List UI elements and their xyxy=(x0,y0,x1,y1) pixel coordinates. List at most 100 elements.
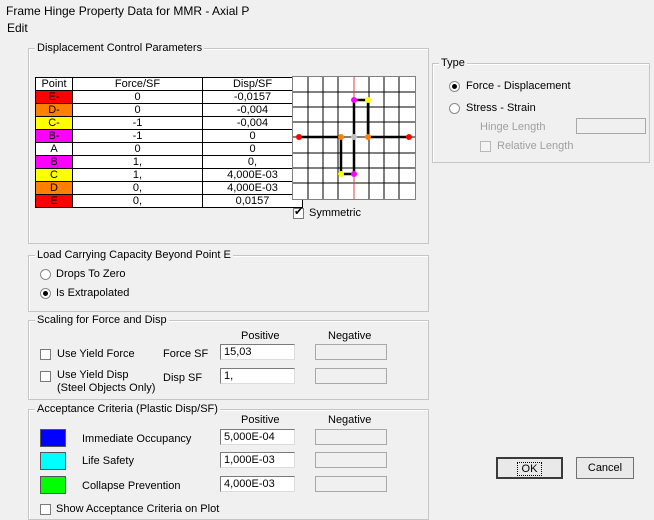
force-cell[interactable]: 1, xyxy=(72,155,203,169)
scaling-negative-header: Negative xyxy=(328,330,372,342)
header-point: Point xyxy=(35,77,73,91)
hinge-plot xyxy=(292,76,416,200)
is-extrapolated-label: Is Extrapolated xyxy=(56,287,130,299)
acceptance-title: Acceptance Criteria (Plastic Disp/SF) xyxy=(35,403,220,416)
disp-cell[interactable]: 4,000E-03 xyxy=(202,181,303,195)
point-cell[interactable]: C xyxy=(35,168,73,182)
symmetric-checkbox[interactable] xyxy=(293,206,304,219)
stress-strain-label: Stress - Strain xyxy=(466,102,536,114)
use-yield-force-checkbox[interactable] xyxy=(40,349,51,360)
point-d xyxy=(365,134,371,140)
show-acceptance-checkbox[interactable] xyxy=(40,504,51,515)
relative-length-label: Relative Length xyxy=(497,140,574,152)
force-displacement-label: Force - Displacement xyxy=(466,80,571,92)
point-c xyxy=(365,97,371,103)
is-extrapolated-radio[interactable] xyxy=(40,288,51,299)
symmetric-label: Symmetric xyxy=(309,207,361,219)
io-negative-input xyxy=(315,429,387,445)
force-cell[interactable]: -1 xyxy=(72,129,203,143)
use-yield-force-label: Use Yield Force xyxy=(57,348,135,360)
ls-negative-input xyxy=(315,452,387,468)
menu-edit[interactable]: Edit xyxy=(7,21,28,35)
force-cell[interactable]: -1 xyxy=(72,116,203,130)
cp-color-swatch[interactable] xyxy=(40,476,66,494)
force-displacement-radio[interactable] xyxy=(449,81,460,92)
cp-negative-input xyxy=(315,476,387,492)
point-d-neg xyxy=(338,134,344,140)
load-capacity-title: Load Carrying Capacity Beyond Point E xyxy=(35,249,233,262)
ls-label: Life Safety xyxy=(82,455,134,467)
disp-sf-label: Disp SF xyxy=(163,372,203,384)
point-cell[interactable]: B xyxy=(35,155,73,169)
point-cell[interactable]: D- xyxy=(35,103,73,117)
ls-positive-input[interactable]: 1,000E-03 xyxy=(220,452,295,468)
disp-cell[interactable]: 0 xyxy=(202,129,303,143)
show-acceptance-label: Show Acceptance Criteria on Plot xyxy=(56,503,220,515)
cancel-button-label: Cancel xyxy=(587,462,623,474)
force-sf-label: Force SF xyxy=(163,348,209,360)
curve-positive xyxy=(354,98,409,139)
disp-cell[interactable]: -0,0157 xyxy=(202,90,303,104)
point-cell[interactable]: E- xyxy=(35,90,73,104)
hinge-plot-svg xyxy=(293,77,415,199)
points-table-row: D- 0 -0,004 xyxy=(35,103,303,117)
io-color-swatch[interactable] xyxy=(40,429,66,447)
points-table-row: E- 0 -0,0157 xyxy=(35,90,303,104)
cp-positive-input[interactable]: 4,000E-03 xyxy=(220,476,295,492)
points-table-row: C 1, 4,000E-03 xyxy=(35,168,303,182)
force-cell[interactable]: 0 xyxy=(72,142,203,156)
steel-objects-note: (Steel Objects Only) xyxy=(57,382,156,394)
load-capacity-group: Load Carrying Capacity Beyond Point E xyxy=(28,249,429,312)
point-cell[interactable]: C- xyxy=(35,116,73,130)
points-table: Point Force/SF Disp/SF E- 0 -0,0157 D- 0 -0,0… xyxy=(35,77,303,208)
points-table-row: A00 xyxy=(35,142,303,156)
cp-label: Collapse Prevention xyxy=(82,480,181,492)
stress-strain-radio[interactable] xyxy=(449,103,460,114)
disp-sf-negative-input xyxy=(315,368,387,384)
point-cell[interactable]: E xyxy=(35,194,73,208)
cancel-button[interactable]: Cancel xyxy=(576,457,634,479)
force-cell[interactable]: 0 xyxy=(72,90,203,104)
type-title: Type xyxy=(439,57,467,70)
points-table-row: D 0, 4,000E-03 xyxy=(35,181,303,195)
displacement-group-title: Displacement Control Parameters xyxy=(35,42,205,55)
io-positive-input[interactable]: 5,000E-04 xyxy=(220,429,295,445)
drops-to-zero-label: Drops To Zero xyxy=(56,268,126,280)
scaling-positive-header: Positive xyxy=(241,330,280,342)
point-b xyxy=(351,97,357,103)
point-cell[interactable]: D xyxy=(35,181,73,195)
window-title: Frame Hinge Property Data for MMR - Axia… xyxy=(6,4,250,18)
force-sf-positive-input[interactable]: 15,03 xyxy=(220,344,295,360)
force-sf-negative-input xyxy=(315,344,387,360)
force-cell[interactable]: 0, xyxy=(72,181,203,195)
points-table-row: B- -1 0 xyxy=(35,129,303,143)
point-b-neg xyxy=(351,171,357,177)
ok-button[interactable]: OK xyxy=(496,457,563,479)
force-cell[interactable]: 0 xyxy=(72,103,203,117)
point-cell[interactable]: A xyxy=(35,142,73,156)
disp-cell[interactable]: 0, xyxy=(202,155,303,169)
force-cell[interactable]: 1, xyxy=(72,168,203,182)
point-a xyxy=(351,134,357,140)
use-yield-disp-label: Use Yield Disp xyxy=(57,369,129,381)
io-label: Immediate Occupancy xyxy=(82,433,192,445)
point-e-neg xyxy=(296,134,302,140)
acceptance-positive-header: Positive xyxy=(241,414,280,426)
scaling-title: Scaling for Force and Disp xyxy=(35,314,169,327)
disp-cell[interactable]: 4,000E-03 xyxy=(202,168,303,182)
ls-color-swatch[interactable] xyxy=(40,452,66,470)
disp-cell[interactable]: 0,0157 xyxy=(202,194,303,208)
point-e xyxy=(406,134,412,140)
point-c-neg xyxy=(338,171,344,177)
disp-sf-positive-input[interactable]: 1, xyxy=(220,368,295,384)
disp-cell[interactable]: 0 xyxy=(202,142,303,156)
disp-cell[interactable]: -0,004 xyxy=(202,103,303,117)
drops-to-zero-radio[interactable] xyxy=(40,269,51,280)
disp-cell[interactable]: -0,004 xyxy=(202,116,303,130)
use-yield-disp-checkbox[interactable] xyxy=(40,371,51,382)
points-table-row: E 0, 0,0157 xyxy=(35,194,303,208)
acceptance-negative-header: Negative xyxy=(328,414,372,426)
point-cell[interactable]: B- xyxy=(35,129,73,143)
force-cell[interactable]: 0, xyxy=(72,194,203,208)
points-table-row: B 1, 0, xyxy=(35,155,303,169)
